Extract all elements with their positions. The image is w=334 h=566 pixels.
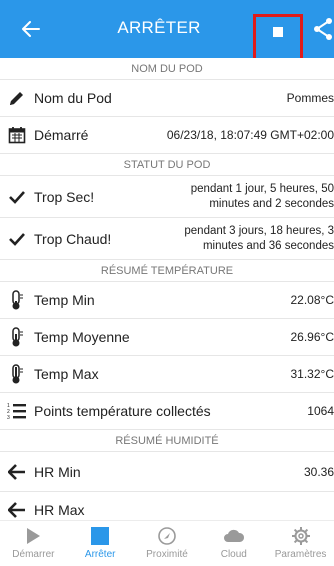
nav-label-stop: Arrêter [84, 549, 116, 560]
hr-max-label: HR Max [34, 502, 85, 518]
row-temp-max: Temp Max 31.32°C [0, 356, 334, 393]
temp-points-label: Points température collectés [34, 403, 211, 419]
temp-max-value: 31.32°C [290, 367, 334, 381]
checkmark-icon [0, 232, 34, 246]
row-hr-max: HR Max [0, 492, 334, 520]
too-dry-value: pendant 1 jour, 5 heures, 50 minutes and… [191, 182, 334, 212]
too-dry-value-line1: pendant 1 jour, 5 heures, 50 [190, 182, 334, 195]
temp-min-label: Temp Min [34, 292, 95, 308]
started-value: 06/23/18, 18:07:49 GMT+02:00 [166, 128, 334, 142]
row-temp-avg: Temp Moyenne 26.96°C [0, 319, 334, 356]
row-hr-min: HR Min 30.36 [0, 452, 334, 492]
proximity-icon [157, 525, 177, 547]
temp-points-value: 1064 [307, 404, 334, 418]
bottom-nav: Démarrer Arrêter Proximité Cloud Paramèt… [0, 520, 334, 566]
svg-text:3: 3 [7, 415, 10, 420]
stop-icon [90, 525, 110, 547]
gear-icon [291, 525, 311, 547]
nav-label-start: Démarrer [12, 549, 55, 560]
nav-item-proximity[interactable]: Proximité [134, 521, 201, 566]
temp-max-label: Temp Max [34, 366, 99, 382]
row-temp-min: Temp Min 22.08°C [0, 282, 334, 319]
section-header-pod-name: NOM DU POD [0, 58, 334, 80]
too-hot-value-line1: pendant 3 jours, 18 heures, 3 [184, 224, 334, 237]
temp-avg-label: Temp Moyenne [34, 329, 130, 345]
section-header-temp-summary: RÉSUMÉ TEMPÉRATURE [0, 260, 334, 282]
pod-name-label: Nom du Pod [34, 90, 112, 106]
nav-item-settings[interactable]: Paramètres [267, 521, 334, 566]
nav-label-cloud: Cloud [220, 549, 247, 560]
nav-item-cloud[interactable]: Cloud [200, 521, 267, 566]
arrow-left-icon [0, 463, 34, 480]
row-pod-name[interactable]: Nom du Pod Pommes [0, 80, 334, 117]
temp-min-value: 22.08°C [290, 293, 334, 307]
nav-label-settings: Paramètres [274, 549, 327, 560]
started-label: Démarré [34, 127, 89, 143]
row-too-dry: Trop Sec! pendant 1 jour, 5 heures, 50 m… [0, 176, 334, 218]
too-hot-value: pendant 3 jours, 18 heures, 3 minutes an… [184, 224, 334, 254]
row-temp-points: 1 2 3 Points température collectés 1064 [0, 393, 334, 430]
thermometer-full-icon [0, 364, 34, 384]
hr-min-label: HR Min [34, 463, 81, 480]
stop-button[interactable] [253, 14, 303, 62]
pencil-icon [0, 89, 34, 107]
section-header-humidity-summary: RÉSUMÉ HUMIDITÉ [0, 430, 334, 452]
hr-min-value: 30.36 [303, 464, 334, 479]
app-bar: ARRÊTER [0, 0, 334, 62]
too-hot-value-line2: minutes and 36 secondes [202, 239, 334, 252]
row-started: Démarré 06/23/18, 18:07:49 GMT+02:00 [0, 117, 334, 154]
too-hot-label: Trop Chaud! [34, 230, 112, 247]
play-icon [25, 525, 41, 547]
nav-item-stop[interactable]: Arrêter [67, 521, 134, 566]
stop-icon [273, 27, 283, 37]
nav-item-start[interactable]: Démarrer [0, 521, 67, 566]
share-icon [314, 18, 332, 40]
arrow-icon [0, 502, 34, 518]
too-dry-label: Trop Sec! [34, 188, 95, 205]
temp-avg-value: 26.96°C [290, 330, 334, 344]
numbered-list-icon: 1 2 3 [0, 402, 34, 420]
too-dry-value-line2: minutes and 2 secondes [209, 197, 334, 210]
row-too-hot: Trop Chaud! pendant 3 jours, 18 heures, … [0, 218, 334, 260]
share-button[interactable] [312, 17, 334, 41]
section-header-pod-status: STATUT DU POD [0, 154, 334, 176]
cloud-icon [223, 525, 245, 547]
thermometer-half-icon [0, 327, 34, 347]
calendar-icon [0, 126, 34, 144]
nav-label-proximity: Proximité [146, 549, 188, 560]
thermometer-low-icon [0, 290, 34, 310]
pod-details-list[interactable]: NOM DU POD Nom du Pod Pommes Démarré 06/… [0, 58, 334, 520]
pod-name-value: Pommes [286, 91, 334, 105]
checkmark-icon [0, 190, 34, 204]
